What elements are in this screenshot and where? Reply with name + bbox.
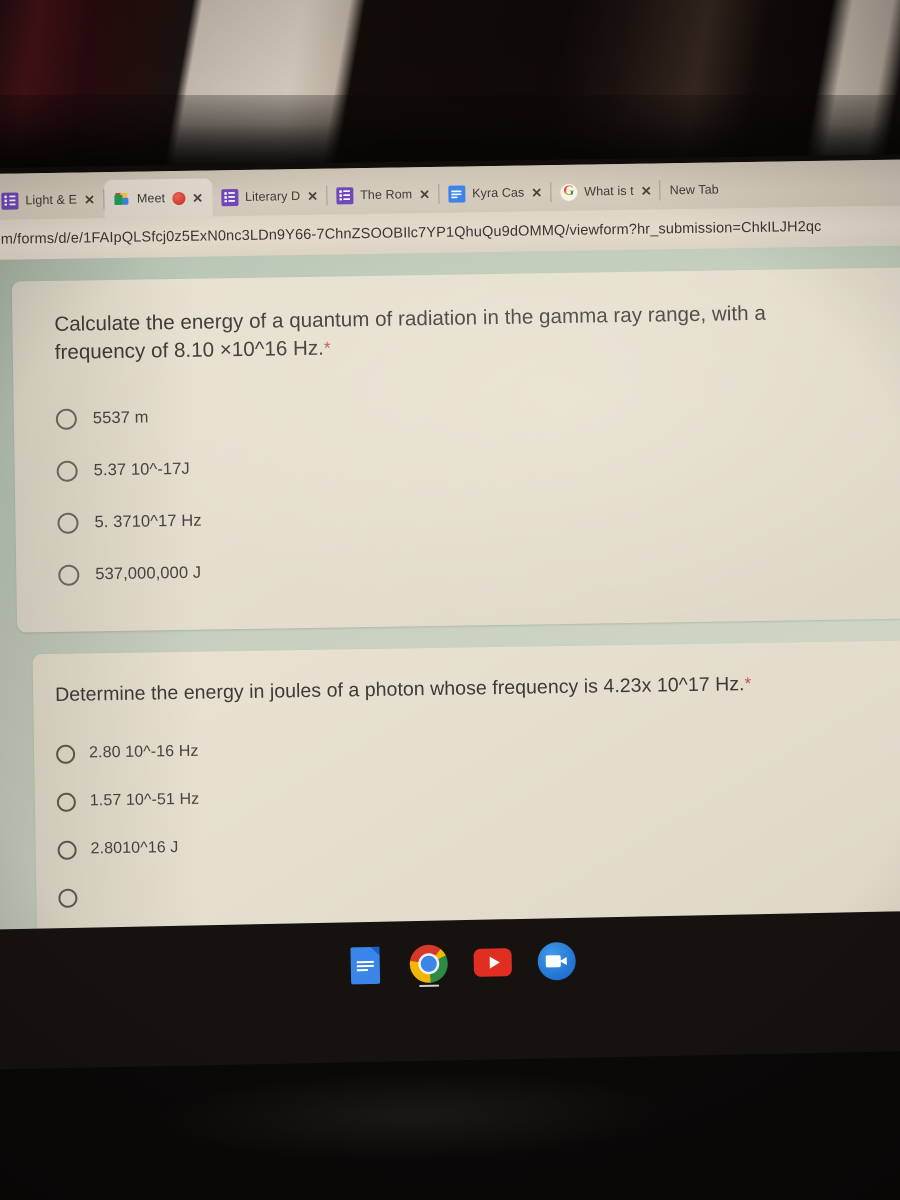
taskbar-item-docs[interactable] (345, 946, 384, 985)
browser-tab-literary-d[interactable]: Literary D ✕ (212, 177, 328, 217)
option-label: 5. 3710^17 Hz (94, 511, 202, 532)
question-card-2: Determine the energy in joules of a phot… (32, 639, 900, 936)
option-label: 5537 m (92, 408, 149, 428)
tab-close-icon[interactable]: ✕ (192, 190, 203, 205)
radio-button-icon[interactable] (56, 792, 77, 812)
radio-button-icon[interactable] (56, 460, 78, 482)
url-text: .com/forms/d/e/1FAIpQLSfcj0z5ExN0nc3LDn9… (0, 218, 822, 249)
question-card-1: Calculate the energy of a quantum of rad… (11, 267, 900, 633)
tab-title: Meet (136, 191, 166, 206)
tab-title: Light & E (25, 192, 78, 208)
question-title-2: Determine the energy in joules of a phot… (55, 669, 865, 709)
google-forms-icon (220, 188, 239, 206)
option-label: 2.8010^16 J (90, 839, 179, 858)
google-meet-icon (113, 190, 130, 207)
radio-button-icon[interactable] (57, 512, 79, 534)
question-text: Calculate the energy of a quantum of rad… (54, 301, 766, 365)
browser-tab-meet[interactable]: Meet ✕ (103, 178, 213, 219)
required-asterisk: * (744, 673, 752, 693)
tab-close-icon[interactable]: ✕ (531, 185, 542, 200)
option-label: 2.80 10^-16 Hz (88, 743, 199, 762)
google-docs-icon (447, 184, 466, 203)
radio-group-2: 2.80 10^-16 Hz 1.57 10^-51 Hz 2.8010^16 … (55, 717, 900, 923)
google-g-icon: G (560, 183, 578, 201)
google-docs-icon (349, 946, 380, 984)
tab-close-icon[interactable]: ✕ (307, 188, 318, 203)
radio-button-icon[interactable] (55, 744, 76, 764)
option-label: 537,000,000 J (95, 563, 202, 584)
browser-tab-new-tab[interactable]: New Tab (660, 170, 731, 209)
radio-button-icon[interactable] (58, 888, 78, 908)
google-form-body: Calculate the energy of a quantum of rad… (0, 245, 900, 936)
radio-button-icon[interactable] (55, 408, 78, 430)
taskbar (0, 910, 900, 1167)
tab-title: What is t (584, 183, 634, 199)
browser-tab-kyra-cas[interactable]: Kyra Cas ✕ (439, 173, 552, 213)
taskbar-reflection (152, 1065, 675, 1167)
video-camera-icon (537, 941, 577, 981)
google-chrome-icon (409, 944, 449, 987)
photograph-of-laptop-screen: Light & E ✕ Meet ✕ Literary D ✕ The Rom … (0, 0, 900, 1200)
taskbar-item-youtube[interactable] (473, 943, 513, 982)
radio-group-1: 5537 m 5.37 10^-17J 5. 3710^17 Hz 537,00… (55, 380, 900, 601)
browser-tab-light-e[interactable]: Light & E ✕ (0, 180, 105, 220)
youtube-icon (473, 948, 513, 977)
tab-title: Kyra Cas (472, 185, 525, 201)
taskbar-icons (0, 919, 900, 1007)
option-label: 5.37 10^-17J (93, 459, 190, 480)
tab-close-icon[interactable]: ✕ (641, 183, 652, 198)
browser-window: Light & E ✕ Meet ✕ Literary D ✕ The Rom … (0, 159, 900, 936)
google-forms-icon (1, 191, 19, 210)
required-asterisk: * (323, 338, 331, 358)
question-text: Determine the energy in joules of a phot… (55, 672, 745, 706)
tab-close-icon[interactable]: ✕ (84, 192, 95, 207)
browser-tab-the-rom[interactable]: The Rom ✕ (327, 175, 440, 215)
browser-tab-what-is-t[interactable]: G What is t ✕ (551, 171, 661, 211)
tab-title: The Rom (360, 187, 413, 203)
recording-indicator-icon[interactable] (172, 191, 186, 205)
radio-button-icon[interactable] (57, 840, 77, 860)
google-forms-icon (335, 186, 354, 204)
tab-close-icon[interactable]: ✕ (419, 186, 430, 201)
question-title-1: Calculate the energy of a quantum of rad… (54, 299, 845, 368)
option-label: 1.57 10^-51 Hz (89, 791, 200, 810)
taskbar-item-chrome[interactable] (409, 944, 449, 987)
radio-button-icon[interactable] (58, 564, 80, 586)
tab-title: Literary D (244, 189, 301, 204)
tab-title: New Tab (669, 182, 719, 198)
taskbar-item-video-call[interactable] (537, 941, 577, 981)
